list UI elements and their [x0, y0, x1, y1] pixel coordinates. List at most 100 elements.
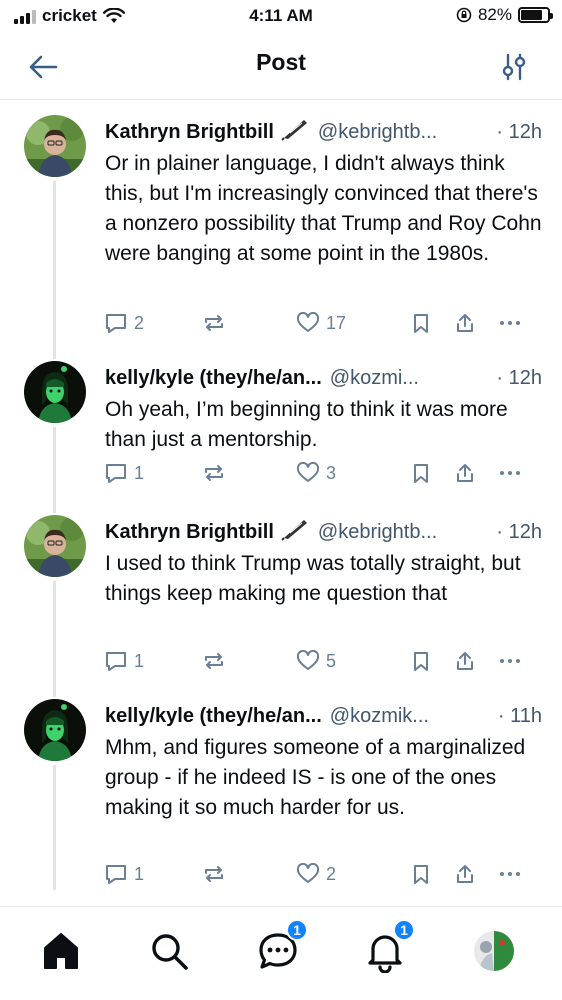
reply-button[interactable]: 1 [104, 462, 202, 484]
search-icon [152, 934, 188, 970]
post-time: · 12h [496, 366, 542, 389]
post-time: · 12h [496, 520, 542, 543]
post-item[interactable]: kelly/kyle (they/he/an... @kozmik... · 1… [0, 685, 562, 905]
author-handle[interactable]: @kozmi... [330, 367, 419, 390]
thread-settings-button[interactable] [500, 52, 528, 82]
nav-notifications[interactable]: 1 [363, 919, 415, 974]
repost-button[interactable] [202, 863, 296, 885]
battery-percent: 82% [477, 5, 512, 24]
bookmark-button[interactable] [410, 650, 454, 672]
profile-avatar [474, 931, 514, 971]
bookmark-button[interactable] [410, 462, 454, 484]
like-button[interactable]: 2 [296, 863, 410, 885]
orientation-lock-icon [456, 7, 472, 23]
nav-profile[interactable] [472, 929, 516, 973]
repost-icon [205, 653, 223, 669]
like-button[interactable]: 17 [296, 312, 410, 334]
bottom-nav: 1 1 [0, 906, 562, 1000]
comment-icon [106, 464, 126, 483]
thread-line [53, 501, 56, 513]
status-bar: cricket 4:11 AM 82% [0, 0, 562, 34]
post-item[interactable]: Kathryn Brightbill @kebrightb... · 12h I… [0, 501, 562, 685]
more-dots-icon [500, 471, 520, 475]
share-button[interactable] [454, 650, 498, 672]
like-button[interactable]: 3 [296, 462, 410, 484]
bookmark-icon [414, 314, 428, 333]
author-name[interactable]: kelly/kyle (they/he/an... [105, 367, 322, 390]
reply-count: 2 [134, 312, 145, 333]
author-name[interactable]: Kathryn Brightbill [105, 121, 274, 144]
reply-button[interactable]: 2 [104, 312, 202, 334]
nav-home[interactable] [39, 929, 83, 973]
like-count: 5 [326, 650, 337, 671]
nav-chat[interactable]: 1 [256, 919, 308, 973]
author-handle[interactable]: @kozmik... [330, 705, 429, 728]
comment-icon [106, 865, 126, 884]
heart-icon [296, 863, 320, 883]
avatar[interactable] [24, 515, 86, 577]
chat-badge: 1 [286, 919, 308, 941]
author-handle[interactable]: @kebrightb... [318, 521, 437, 544]
bookmark-icon [414, 652, 428, 671]
thread-line [53, 685, 56, 697]
share-icon [457, 652, 473, 670]
avatar[interactable] [24, 115, 86, 177]
avatar[interactable] [24, 699, 86, 761]
post-header: Kathryn Brightbill @kebrightb... · 12h [105, 519, 542, 545]
comment-icon [106, 314, 126, 333]
thread-line [53, 581, 56, 685]
reply-button[interactable]: 1 [104, 863, 202, 885]
thread-line [53, 181, 56, 347]
battery-icon [518, 7, 553, 23]
repost-button[interactable] [202, 650, 296, 672]
comment-icon [106, 652, 126, 671]
post-actions: 1 3 [104, 460, 542, 486]
top-bar: Post [0, 34, 562, 100]
heart-icon [296, 462, 320, 482]
author-name[interactable]: kelly/kyle (they/he/an... [105, 705, 322, 728]
more-button[interactable] [498, 863, 522, 885]
avatar[interactable] [24, 361, 86, 423]
like-count: 2 [326, 863, 337, 884]
thread-feed: Kathryn Brightbill @kebrightb... · 12h O… [0, 101, 562, 905]
post-time: · 12h [496, 120, 542, 143]
post-header: kelly/kyle (they/he/an... @kozmi... · 12… [105, 365, 542, 391]
share-button[interactable] [454, 462, 498, 484]
post-text: I used to think Trump was totally straig… [105, 552, 521, 605]
repost-button[interactable] [202, 462, 296, 484]
like-button[interactable]: 5 [296, 650, 410, 672]
share-button[interactable] [454, 312, 498, 334]
bookmark-button[interactable] [410, 863, 454, 885]
reply-button[interactable]: 1 [104, 650, 202, 672]
post-item[interactable]: kelly/kyle (they/he/an... @kozmi... · 12… [0, 347, 562, 501]
post-header: Kathryn Brightbill @kebrightb... · 12h [105, 119, 542, 145]
post-item[interactable]: Kathryn Brightbill @kebrightb... · 12h O… [0, 101, 562, 347]
share-button[interactable] [454, 863, 498, 885]
bookmark-button[interactable] [410, 312, 454, 334]
share-icon [457, 314, 473, 332]
reply-count: 1 [134, 462, 145, 483]
reply-count: 1 [134, 863, 145, 884]
quill-pen-icon [280, 517, 310, 547]
notifications-badge: 1 [393, 919, 415, 941]
more-dots-icon [500, 659, 520, 663]
more-dots-icon [500, 872, 520, 876]
more-dots-icon [500, 321, 520, 325]
thread-line [53, 765, 56, 890]
sliders-icon [502, 53, 526, 81]
nav-search[interactable] [147, 929, 191, 973]
post-text: Or in plainer language, I didn't always … [105, 152, 542, 265]
reply-count: 1 [134, 650, 145, 671]
author-handle[interactable]: @kebrightb... [318, 121, 437, 144]
more-button[interactable] [498, 650, 522, 672]
heart-icon [296, 312, 320, 332]
post-time: · 11h [497, 704, 542, 727]
more-button[interactable] [498, 312, 522, 334]
repost-button[interactable] [202, 312, 296, 334]
more-button[interactable] [498, 462, 522, 484]
author-name[interactable]: Kathryn Brightbill [105, 521, 274, 544]
like-count: 3 [326, 462, 337, 483]
bookmark-icon [414, 464, 428, 483]
repost-icon [205, 465, 223, 481]
thread-line [53, 427, 56, 501]
